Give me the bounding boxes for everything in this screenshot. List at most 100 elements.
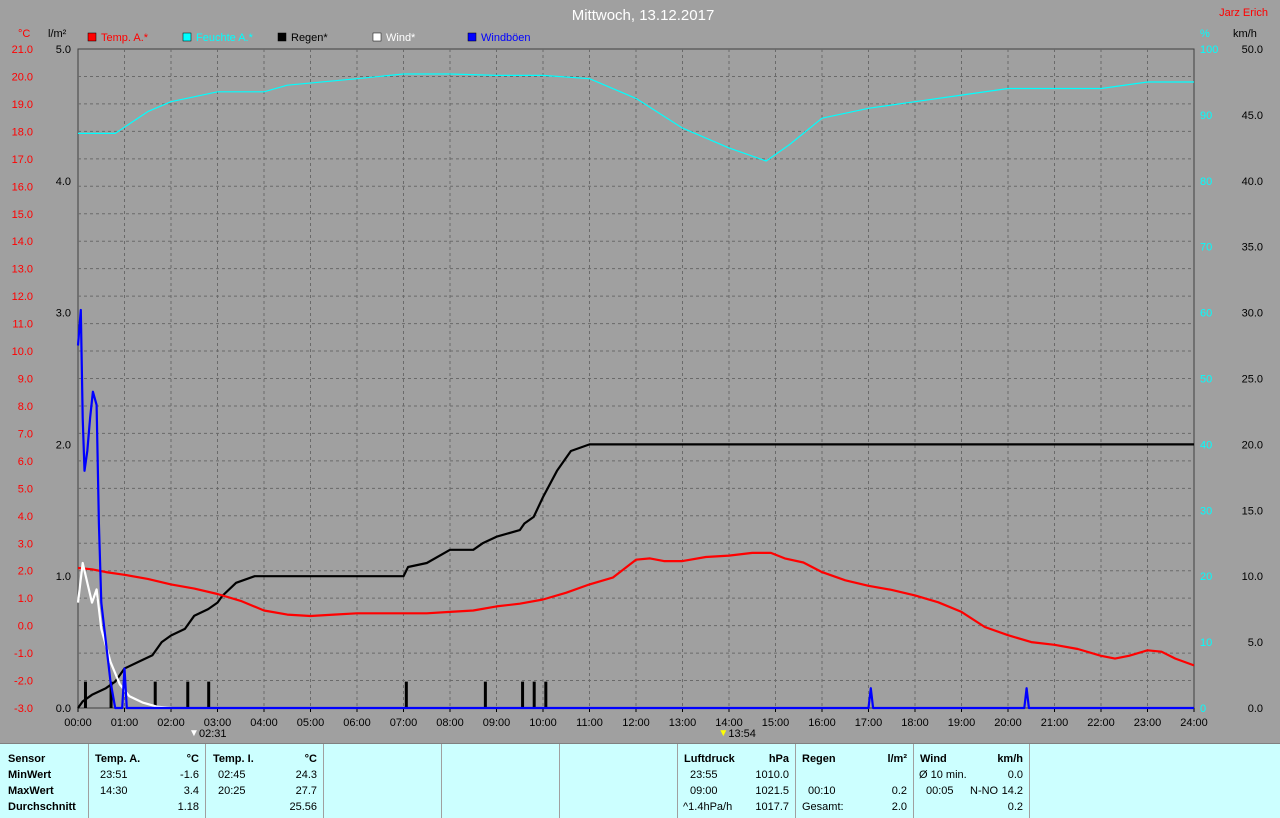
wind-day-avg-value: 0.2 [1007, 801, 1023, 813]
temp-tick-label: 14.0 [12, 236, 33, 248]
x-tick-label: 13:00 [669, 717, 697, 729]
temp-tick-label: 9.0 [18, 374, 33, 386]
temp-a-max-value: 3.4 [183, 785, 199, 797]
regen-total-label: Gesamt: [802, 801, 844, 813]
temp-a-min-time: 23:51 [100, 769, 128, 781]
temp-tick-label: 20.0 [12, 71, 33, 83]
rain-tick-label: 5.0 [56, 44, 71, 56]
rain-tick-label: 1.0 [56, 571, 71, 583]
wind-tick-label: 35.0 [1242, 242, 1263, 254]
temp-tick-label: 15.0 [12, 209, 33, 221]
humidity-tick-label: 60 [1200, 308, 1212, 320]
humidity-tick-label: 20 [1200, 571, 1212, 583]
temp-tick-label: 7.0 [18, 428, 33, 440]
temp-a-avg-value: 1.18 [177, 801, 199, 813]
rain-tick-label: 0.0 [56, 703, 71, 715]
humidity-tick-label: 30 [1200, 505, 1212, 517]
x-tick-label: 23:00 [1134, 717, 1162, 729]
temp-tick-label: 2.0 [18, 566, 33, 578]
legend-swatch [277, 32, 287, 42]
regen-total-value: 2.0 [891, 801, 907, 813]
temp-tick-label: 19.0 [12, 99, 33, 111]
x-tick-label: 04:00 [250, 717, 278, 729]
temp-a-unit: °C [186, 753, 199, 765]
wind-header: Wind [920, 753, 947, 765]
regen-header: Regen [802, 753, 836, 765]
x-tick-label: 07:00 [390, 717, 418, 729]
x-tick-label: 12:00 [622, 717, 650, 729]
regen-max-time: 00:10 [808, 785, 836, 797]
luftdruck-min-value: 1010.0 [755, 769, 789, 781]
rain-bar [483, 681, 487, 708]
temp-unit-label: °C [18, 28, 30, 40]
humidity-tick-label: 0 [1200, 703, 1206, 715]
wind-avg-value: 0.0 [1007, 769, 1023, 781]
temp-tick-label: 3.0 [18, 538, 33, 550]
x-tick-label: 16:00 [808, 717, 836, 729]
temp-a-column: Temp. A. °C 23:51 -1.6 14:30 3.4 1.18 [89, 744, 206, 818]
luftdruck-unit: hPa [768, 753, 789, 765]
wind-tick-label: 25.0 [1242, 374, 1263, 386]
x-tick-label: 20:00 [994, 717, 1022, 729]
rain-bar [544, 681, 548, 708]
humidity-tick-label: 40 [1200, 439, 1212, 451]
rain-tick-label: 2.0 [56, 439, 71, 451]
x-tick-label: 06:00 [343, 717, 371, 729]
luftdruck-max-value: 1021.5 [755, 785, 789, 797]
wind-tick-label: 5.0 [1248, 637, 1263, 649]
temp-tick-label: 13.0 [12, 264, 33, 276]
weather-chart-window: Mittwoch, 13.12.2017 Jarz Erich °C l/m² … [0, 0, 1280, 818]
legend-swatch [87, 32, 97, 42]
wind-column: Wind km/h Ø 10 min. 0.0 00:05 N-NO 14.2 … [914, 744, 1030, 818]
marker-icon: ▼ [718, 728, 728, 739]
temp-i-max-value: 27.7 [295, 785, 317, 797]
empty-column-1 [324, 744, 442, 818]
temp-a-min-value: -1.6 [180, 769, 199, 781]
luftdruck-trend: ^1.4hPa/h [683, 801, 733, 813]
rain-unit-label: l/m² [48, 28, 67, 40]
temp-tick-label: -1.0 [14, 648, 33, 660]
marker-time-label: 02:31 [199, 728, 227, 740]
temp-tick-label: 5.0 [18, 483, 33, 495]
x-tick-label: 21:00 [1041, 717, 1069, 729]
temp-tick-label: 18.0 [12, 126, 33, 138]
empty-column-2 [442, 744, 560, 818]
luftdruck-min-time: 23:55 [690, 769, 718, 781]
x-tick-label: 09:00 [483, 717, 511, 729]
temp-tick-label: 12.0 [12, 291, 33, 303]
wind-tick-label: 10.0 [1242, 571, 1263, 583]
temp-tick-label: -3.0 [14, 703, 33, 715]
wind-tick-label: 30.0 [1242, 308, 1263, 320]
regen-max-value: 0.2 [891, 785, 907, 797]
temp-tick-label: 0.0 [18, 621, 33, 633]
legend-swatch [467, 32, 477, 42]
weather-chart: Mittwoch, 13.12.2017 Jarz Erich °C l/m² … [0, 0, 1280, 743]
row-label-max: MaxWert [8, 785, 54, 797]
temp-tick-label: -2.0 [14, 676, 33, 688]
wind-max-time: 00:05 [926, 785, 954, 797]
marker-icon: ▼ [189, 728, 199, 739]
temp-i-max-time: 20:25 [218, 785, 246, 797]
x-tick-label: 19:00 [948, 717, 976, 729]
wind-tick-label: 0.0 [1248, 703, 1263, 715]
x-tick-label: 02:00 [157, 717, 185, 729]
temp-tick-label: 6.0 [18, 456, 33, 468]
rain-tick-label: 4.0 [56, 176, 71, 188]
temp-a-max-time: 14:30 [100, 785, 128, 797]
luftdruck-column: Luftdruck hPa 23:55 1010.0 09:00 1021.5 … [678, 744, 796, 818]
x-tick-label: 11:00 [576, 717, 603, 729]
temp-tick-label: 11.0 [12, 319, 33, 331]
row-label-avg: Durchschnitt [8, 801, 76, 813]
x-tick-label: 01:00 [111, 717, 139, 729]
humidity-tick-label: 90 [1200, 110, 1212, 122]
wind-unit-label: km/h [1233, 28, 1257, 40]
regen-unit: l/m² [887, 753, 907, 765]
temp-tick-label: 17.0 [12, 154, 33, 166]
x-tick-label: 22:00 [1087, 717, 1115, 729]
temp-i-header: Temp. I. [213, 753, 254, 765]
x-tick-label: 15:00 [762, 717, 790, 729]
temp-i-min-time: 02:45 [218, 769, 246, 781]
temp-tick-label: 21.0 [12, 44, 33, 56]
empty-column-3 [560, 744, 678, 818]
temp-i-column: Temp. I. °C 02:45 24.3 20:25 27.7 25.56 [206, 744, 324, 818]
